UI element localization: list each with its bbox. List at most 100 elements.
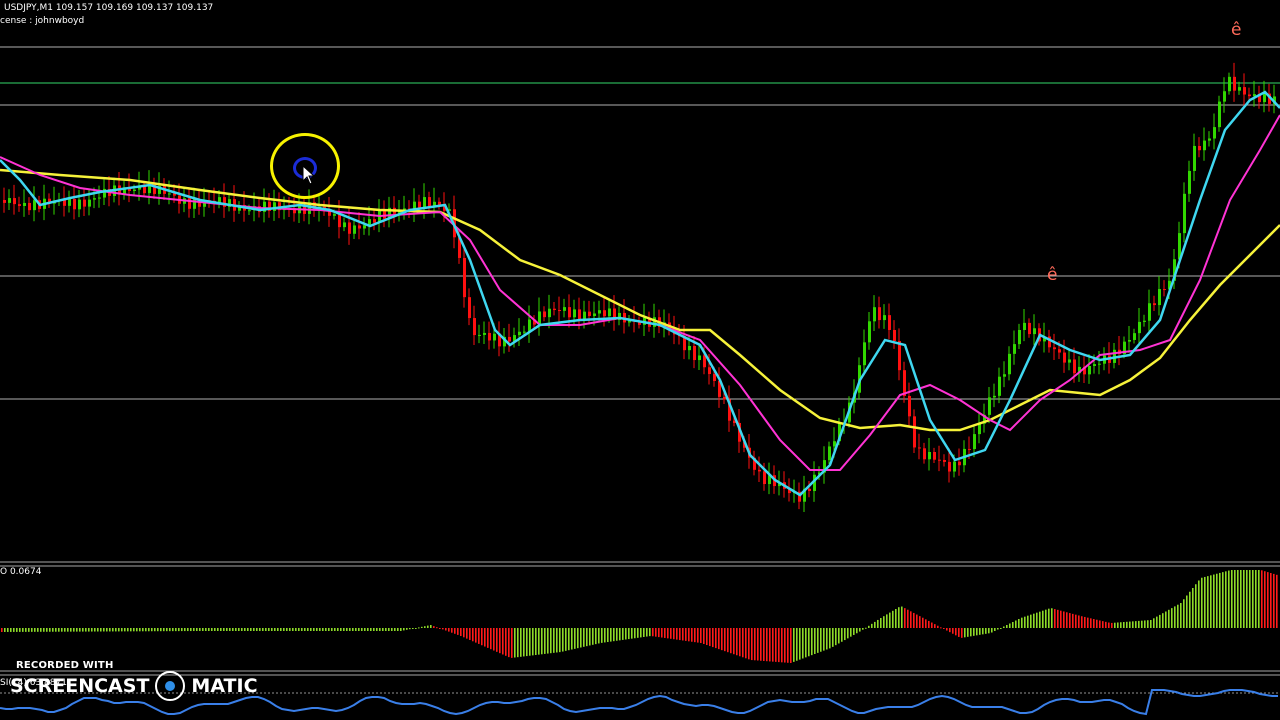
osc-bar [874,621,876,628]
osc-bar [730,628,732,654]
osc-bar [1225,571,1227,628]
osc-bar [718,628,720,650]
osc-bar [556,628,558,653]
osc-bar [232,628,234,631]
osc-bar [532,628,534,656]
candle-body [248,210,251,212]
candle-body [78,199,81,210]
osc-bar [1192,588,1194,628]
candle-body [93,198,96,200]
candle-body [1003,374,1006,377]
osc-bar [220,628,222,631]
price-chart[interactable] [0,0,1280,720]
osc-bar [724,628,726,652]
osc-bar [1030,614,1032,628]
osc-bar [409,628,411,630]
osc-bar [1009,623,1011,628]
osc-bar [1069,613,1071,628]
osc-bar [973,628,975,636]
osc-bar [1177,604,1179,628]
osc-bar [958,628,960,637]
osc-bar [337,628,339,631]
osc-bar [1054,609,1056,628]
candle-body [478,334,481,336]
candle-body [1068,359,1071,363]
osc-bar [679,628,681,641]
osc-bar [1219,572,1221,628]
osc-bar [1153,618,1155,628]
osc-bar [760,628,762,661]
osc-bar [496,628,498,652]
candle-body [1218,101,1221,128]
osc-bar [1051,608,1053,628]
osc-bar [88,628,90,632]
osc-bar [832,628,834,647]
osc-bar [229,628,231,631]
candle-body [373,219,376,223]
osc-bar [193,628,195,632]
osc-bar [1057,609,1059,628]
osc-bar [1267,572,1269,628]
osc-bar [475,628,477,643]
osc-bar [526,628,528,657]
osc-bar [505,628,507,656]
osc-bar [826,628,828,650]
osc-bar [1078,615,1080,628]
osc-bar [1141,620,1143,628]
osc-bar [1000,628,1002,629]
osc-bar [1006,625,1008,628]
osc-bar [925,619,927,628]
osc-bar [175,628,177,632]
osc-bar [694,628,696,643]
osc-bar [1033,613,1035,628]
osc-bar [94,628,96,632]
osc-bar [1171,608,1173,628]
candle-body [1238,87,1241,91]
osc-bar [565,628,567,651]
osc-bar [328,628,330,631]
candle-body [18,204,21,206]
osc-bar [817,628,819,653]
candle-body [593,313,596,316]
osc-bar [1201,577,1203,628]
osc-bar [943,628,945,629]
osc-bar [700,628,702,643]
candle-body [33,200,36,211]
osc-bar [988,628,990,634]
osc-bar [1015,620,1017,628]
osc-bar [1270,573,1272,628]
candle-body [1188,170,1191,194]
osc-bar [343,628,345,631]
candle-body [828,446,831,461]
osc-bar [898,607,900,628]
candle-body [13,198,16,205]
osc-bar [151,628,153,632]
osc-bar [493,628,495,651]
osc-bar [559,628,561,653]
osc-bar [1249,570,1251,628]
osc-bar [334,628,336,631]
osc-bar [652,628,654,637]
osc-bar [772,628,774,662]
watermark-right-text: MATIC [191,675,258,697]
candle-body [1133,333,1136,340]
candle-body [948,461,951,472]
candle-body [578,309,581,320]
osc-bar [70,628,72,632]
candle-body [703,355,706,368]
candle-body [68,199,71,206]
osc-bar [649,628,651,637]
osc-bar [55,628,57,632]
osc-bar [142,628,144,632]
candle-body [1073,359,1076,374]
candle-body [1098,363,1101,365]
osc-bar [1147,620,1149,628]
osc-bar [112,628,114,632]
candle-body [1058,349,1061,353]
candle-body [998,376,1001,396]
candle-body [758,469,761,472]
candle-body [953,461,956,472]
candle-body [358,225,361,229]
osc-bar [34,628,36,632]
osc-bar [349,628,351,631]
